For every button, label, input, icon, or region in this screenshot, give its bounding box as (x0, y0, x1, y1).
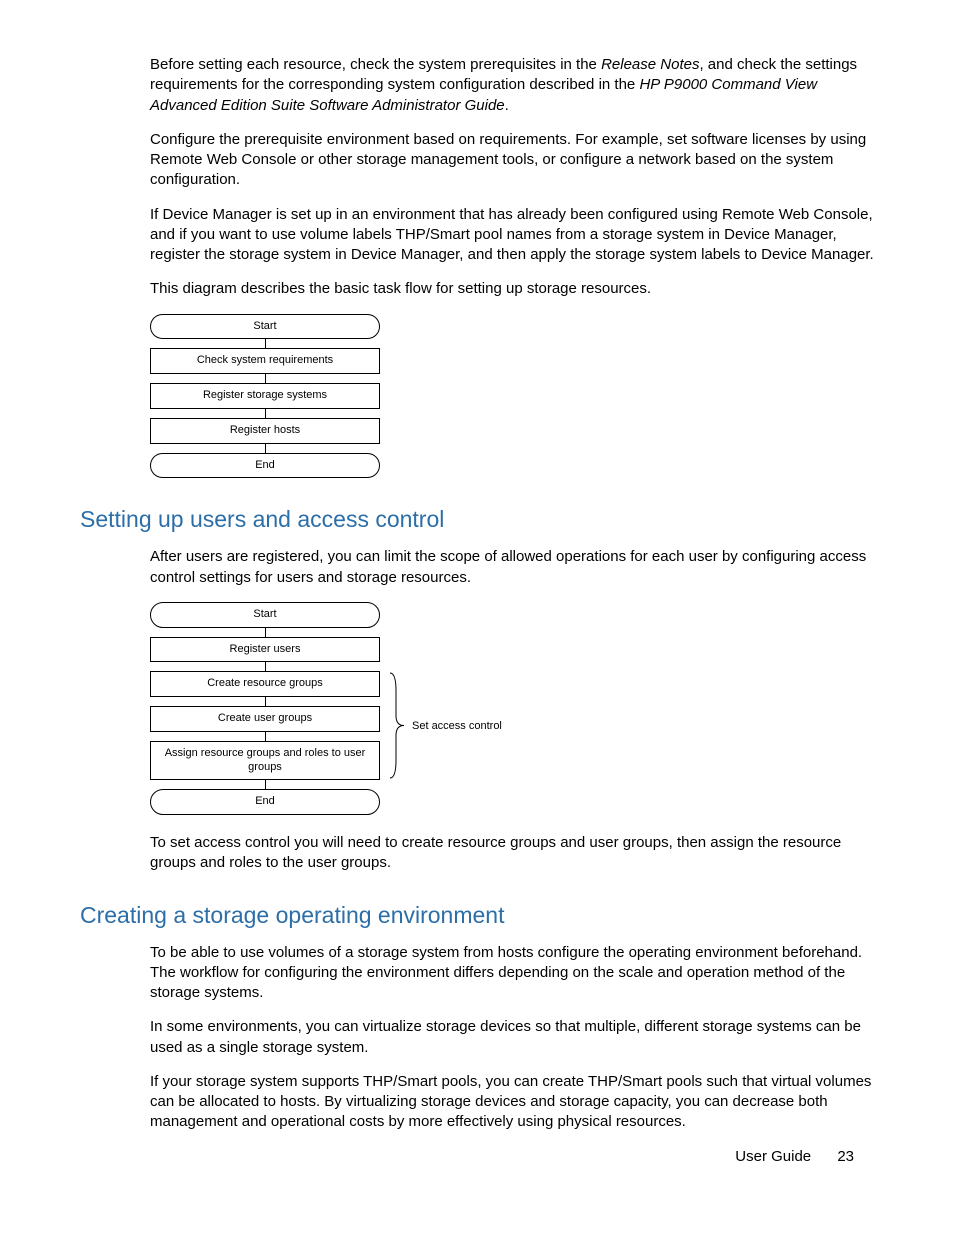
footer-label: User Guide (735, 1148, 811, 1165)
flow-connector (150, 444, 380, 453)
heading-users-access-control: Setting up users and access control (80, 506, 874, 533)
flow-end: End (150, 453, 380, 479)
flow-connector (150, 628, 380, 637)
flow-step-register-storage: Register storage systems (150, 383, 380, 409)
flow-step-assign-groups-roles: Assign resource groups and roles to user… (150, 741, 380, 781)
flow-connector (150, 780, 380, 789)
flow-start: Start (150, 314, 380, 340)
text: . (505, 97, 509, 114)
intro-para-4: This diagram describes the basic task fl… (150, 279, 874, 299)
curly-brace-icon: Set access control (388, 671, 502, 780)
italic-release-notes: Release Notes (601, 56, 699, 73)
flow-connector (150, 339, 380, 348)
page-footer: User Guide 23 (735, 1148, 854, 1165)
page-number: 23 (837, 1148, 854, 1165)
flow-step-register-hosts: Register hosts (150, 418, 380, 444)
env-para-3: If your storage system supports THP/Smar… (150, 1072, 874, 1133)
flow-diagram-access-control: Start Register users Create resource gro… (150, 602, 874, 815)
flow-step-create-user-groups: Create user groups (150, 706, 380, 732)
env-para-1: To be able to use volumes of a storage s… (150, 943, 874, 1004)
flow-connector (150, 409, 380, 418)
flow-step-check-requirements: Check system requirements (150, 348, 380, 374)
flow-start: Start (150, 602, 380, 628)
heading-storage-operating-env: Creating a storage operating environment (80, 902, 874, 929)
users-para-1: After users are registered, you can limi… (150, 547, 874, 588)
flow-step-create-resource-groups: Create resource groups (150, 671, 380, 697)
flow-connector (150, 697, 380, 706)
flow-connector (150, 732, 380, 741)
intro-para-3: If Device Manager is set up in an enviro… (150, 205, 874, 266)
users-para-2: To set access control you will need to c… (150, 833, 874, 874)
flow-step-register-users: Register users (150, 637, 380, 663)
intro-para-2: Configure the prerequisite environment b… (150, 130, 874, 191)
intro-para-1: Before setting each resource, check the … (150, 55, 874, 116)
brace-group: Create resource groups Create user group… (150, 671, 874, 780)
brace-label: Set access control (412, 720, 502, 732)
env-para-2: In some environments, you can virtualize… (150, 1017, 874, 1058)
flow-diagram-storage-resources: Start Check system requirements Register… (150, 314, 874, 479)
flow-connector (150, 374, 380, 383)
text: Before setting each resource, check the … (150, 56, 601, 73)
flow-end: End (150, 789, 380, 815)
flow-connector (150, 662, 380, 671)
